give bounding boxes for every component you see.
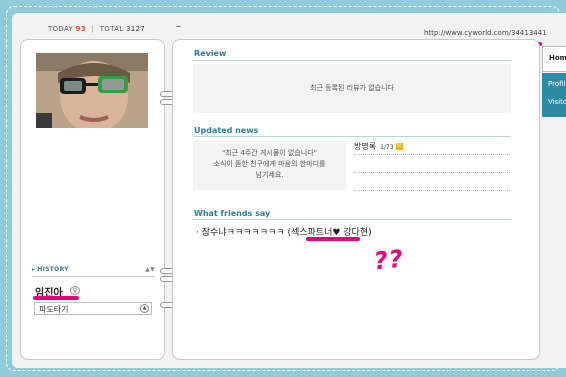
- review-divider: [193, 60, 511, 61]
- new-badge: N: [395, 143, 403, 150]
- news-empty-line: 남기세요.: [255, 171, 284, 179]
- news-empty-line: "최근 4주간 게시물이 없습니다": [222, 149, 317, 157]
- review-empty-message: 최근 등록된 리뷰가 없습니다: [193, 64, 511, 113]
- total-value: 3127: [125, 25, 145, 33]
- today-label: TODAY: [48, 25, 74, 33]
- news-empty-message: "최근 4주간 게시물이 없습니다" 소식이 뜸한 친구에게 마음의 한마디를 …: [193, 140, 346, 190]
- review-title[interactable]: Review: [194, 49, 226, 58]
- relation-highlight-mark: [306, 237, 360, 241]
- dotted-divider: [354, 172, 510, 173]
- news-divider: [193, 136, 511, 137]
- question-marks-annotation: ??: [372, 244, 406, 276]
- visitor-counter: TODAY 93 | TOTAL 3127: [48, 25, 145, 33]
- friends-title[interactable]: What friends say: [194, 209, 270, 218]
- total-label: TOTAL: [99, 25, 124, 33]
- counter-separator: |: [91, 25, 95, 33]
- today-value: 93: [75, 25, 86, 33]
- history-arrow-icon: ▸: [32, 266, 36, 273]
- history-toggle-icon[interactable]: ▲▼: [145, 266, 155, 273]
- dotted-divider: [354, 154, 510, 155]
- profile-photo-image: [36, 53, 148, 128]
- title-dash: –: [176, 21, 181, 32]
- friends-divider: [193, 219, 511, 220]
- history-label: HISTORY: [37, 266, 69, 273]
- tab-home[interactable]: Home: [542, 46, 566, 72]
- friend-comment: 잠수냐ㅋㅋㅋㅋㅋㅋㅋ: [201, 228, 285, 238]
- homepage-url[interactable]: http://www.cyworld.com/34413441: [424, 29, 547, 37]
- gender-icon: ♀: [70, 286, 80, 295]
- history-divider: [32, 276, 155, 277]
- wave-surf-value: 파도타기: [39, 305, 69, 314]
- select-arrow-icon[interactable]: ▲: [140, 304, 149, 313]
- tab-visitor[interactable]: Visitor: [542, 91, 566, 117]
- wave-surf-select[interactable]: 파도타기 ▲: [34, 302, 152, 315]
- guestbook-count: 1/73: [380, 144, 394, 151]
- owner-highlight-mark: [33, 296, 79, 300]
- dotted-divider: [354, 190, 510, 191]
- history-header[interactable]: ▸ HISTORY ▲▼: [32, 266, 155, 275]
- guestbook-label: 방명록: [354, 142, 377, 151]
- news-empty-line: 소식이 뜸한 친구에게 마음의 한마디를: [213, 160, 326, 168]
- guestbook-link[interactable]: 방명록 1/73 N: [354, 141, 403, 152]
- comment-bullet: ·: [196, 228, 199, 238]
- news-title[interactable]: Updated news: [194, 126, 258, 135]
- profile-photo[interactable]: [36, 53, 148, 128]
